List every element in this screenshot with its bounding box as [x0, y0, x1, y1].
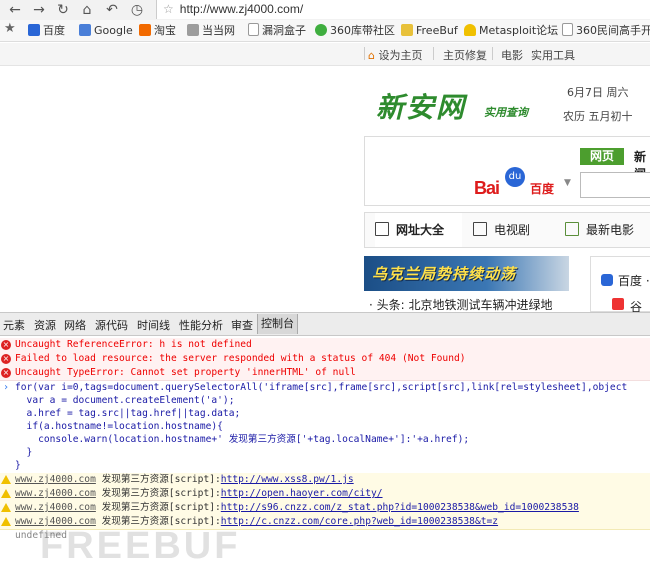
warning-icon	[1, 503, 11, 512]
console-warning-row: www.zj4000.com 发现第三方资源[script]:http://op…	[0, 487, 650, 502]
forward-arrow-icon[interactable]: →	[30, 1, 48, 19]
watermark: FREEBUF	[40, 525, 241, 567]
warning-host-link[interactable]: www.zj4000.com	[15, 474, 96, 485]
baidu-favicon-icon	[601, 274, 613, 286]
console-error-row: × Uncaught ReferenceError: h is not defin…	[0, 338, 650, 353]
code-line: console.warn(location.hostname+' 发现第三方资源…	[15, 434, 470, 445]
error-icon: ×	[1, 340, 11, 350]
browser-toolbar: ← → ↻ ⌂ ↶ ◷ ☆ http://www.zj4000.com/	[0, 0, 650, 21]
warning-host-link[interactable]: www.zj4000.com	[15, 502, 96, 513]
bookmark-360-expert[interactable]: 360民间高手开放	[562, 23, 650, 39]
undo-icon[interactable]: ↶	[103, 1, 121, 19]
bookmark-baidu[interactable]: 百度	[28, 23, 65, 39]
360-favicon-icon	[315, 24, 327, 36]
devtab-console[interactable]: 控制台	[257, 314, 298, 334]
devtab-profiles[interactable]: 性能分析	[179, 317, 223, 333]
devtab-sources[interactable]: 源代码	[95, 317, 128, 333]
site-top-bar: ⌂ 设为主页 主页修复 电影 实用工具	[0, 43, 650, 66]
bookmarks-bar: ★ 百度 Google 淘宝 当当网 漏洞盒子 360库带社区 FreeBuf …	[0, 20, 650, 42]
devtab-timeline[interactable]: 时间线	[137, 317, 170, 333]
baidu-favicon-icon	[28, 24, 40, 36]
tools-link[interactable]: 实用工具	[531, 47, 575, 63]
date-text: 6月7日 周六	[567, 86, 629, 99]
warning-icon	[1, 517, 11, 526]
devtools-tabbar: 元素 资源 网络 源代码 时间线 性能分析 审查 控制台	[0, 312, 650, 336]
back-arrow-icon[interactable]: ←	[6, 1, 24, 19]
warning-icon	[1, 475, 11, 484]
google-favicon-icon	[79, 24, 91, 36]
nav-tabs: 网址大全 电视剧 最新电影	[364, 212, 650, 248]
devtab-resources[interactable]: 资源	[34, 317, 56, 333]
address-bar[interactable]: ☆ http://www.zj4000.com/	[156, 0, 650, 19]
tv-icon	[473, 222, 487, 236]
code-line: var a = document.createElement('a');	[15, 395, 235, 406]
freebuf-favicon-icon	[401, 24, 413, 36]
search-tab-web[interactable]: 网页	[580, 148, 624, 165]
bookmark-google[interactable]: Google	[79, 23, 133, 39]
metasploit-favicon-icon	[464, 24, 476, 36]
google-favicon-icon	[612, 298, 624, 310]
divider	[364, 47, 365, 60]
lunar-date-text: 农历 五月初十	[563, 110, 633, 123]
code-line: a.href = tag.src||tag.href||tag.data;	[15, 408, 241, 419]
site-logo[interactable]: 新安网	[376, 86, 466, 126]
error-icon: ×	[1, 368, 11, 378]
reload-icon[interactable]: ↻	[54, 1, 72, 19]
baidu-name: 百度	[530, 182, 555, 196]
list-icon	[375, 222, 389, 236]
dangdang-favicon-icon	[187, 24, 199, 36]
tab-latest-movies[interactable]: 最新电影	[565, 213, 634, 247]
console-input-row: › for(var i=0,tags=document.querySelector…	[3, 382, 628, 393]
page-icon	[562, 23, 573, 36]
url-text: http://www.zj4000.com/	[179, 2, 304, 16]
code-line: }	[15, 460, 21, 471]
bookmark-loudong[interactable]: 漏洞盒子	[248, 23, 306, 39]
home-icon: ⌂	[368, 49, 375, 62]
bookmark-taobao[interactable]: 淘宝	[139, 23, 176, 39]
site-logo-subtitle: 实用查询	[484, 106, 528, 119]
code-line: }	[15, 447, 33, 458]
warning-url-link[interactable]: http://open.haoyer.com/city/	[221, 488, 383, 499]
warning-url-link[interactable]: http://www.xss8.pw/1.js	[221, 474, 354, 485]
tab-url-directory[interactable]: 网址大全	[375, 213, 463, 247]
console-error-row: × Failed to load resource: the server res…	[0, 352, 650, 367]
devtab-audits[interactable]: 审查	[231, 317, 253, 333]
console-warning-row: www.zj4000.com 发现第三方资源[script]:http://s9…	[0, 501, 650, 516]
taobao-favicon-icon	[139, 24, 151, 36]
console-warning-row: www.zj4000.com 发现第三方资源[script]:http://ww…	[0, 473, 650, 488]
bookmark-dangdang[interactable]: 当当网	[187, 23, 235, 39]
engine-dropdown-icon[interactable]: ▼	[564, 178, 571, 188]
set-homepage-link[interactable]: ⌂ 设为主页	[368, 47, 422, 63]
warning-icon	[1, 489, 11, 498]
page-icon	[248, 23, 259, 36]
history-clock-icon[interactable]: ◷	[128, 1, 146, 19]
divider	[492, 47, 493, 60]
error-icon: ×	[1, 354, 11, 364]
film-icon	[565, 222, 579, 236]
tab-tv-series[interactable]: 电视剧	[473, 213, 530, 247]
prompt-chevron-icon: ›	[3, 382, 10, 393]
devtab-network[interactable]: 网络	[64, 317, 86, 333]
baidu-logo: Bai	[474, 178, 500, 198]
quick-link-baidu[interactable]: 百度 ·	[618, 272, 650, 289]
headline-link[interactable]: · 头条: 北京地铁测试车辆冲进绿地	[369, 296, 553, 313]
movie-link[interactable]: 电影	[501, 47, 523, 63]
code-line: if(a.hostname!=location.hostname){	[15, 421, 223, 432]
console-error-row: × Uncaught TypeError: Cannot set property…	[0, 366, 650, 381]
warning-host-link[interactable]: www.zj4000.com	[15, 488, 96, 499]
bookmark-360[interactable]: 360库带社区	[315, 23, 395, 39]
news-banner-text: 乌克兰局势持续动荡	[372, 265, 517, 283]
search-input[interactable]	[580, 172, 650, 198]
warning-url-link[interactable]: http://s96.cnzz.com/z_stat.php?id=100023…	[221, 502, 579, 513]
baidu-paw-icon: du	[505, 167, 525, 187]
bookmark-freebuf[interactable]: FreeBuf	[401, 23, 458, 39]
divider	[433, 47, 434, 60]
bookmark-metasploit[interactable]: Metasploit论坛	[464, 23, 558, 39]
star-icon[interactable]: ☆	[163, 2, 174, 16]
home-icon[interactable]: ⌂	[78, 1, 96, 19]
devtab-elements[interactable]: 元素	[3, 317, 25, 333]
homepage-repair-link[interactable]: 主页修复	[443, 47, 487, 63]
warning-url-link[interactable]: http://c.cnzz.com/core.php?web_id=100023…	[221, 516, 498, 527]
bookmark-star-icon[interactable]: ★	[4, 21, 16, 37]
